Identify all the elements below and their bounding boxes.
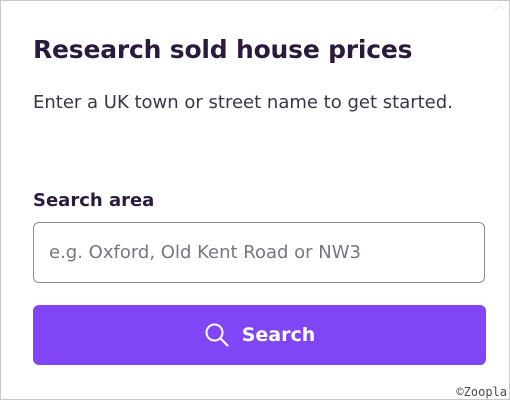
search-icon bbox=[204, 322, 230, 348]
sold-prices-card: Research sold house prices Enter a UK to… bbox=[0, 0, 510, 400]
search-input[interactable] bbox=[33, 222, 485, 283]
subtitle: Enter a UK town or street name to get st… bbox=[33, 92, 453, 113]
copyright-text: ©Zoopla bbox=[455, 385, 508, 399]
search-button[interactable]: Search bbox=[33, 305, 486, 365]
search-button-label: Search bbox=[241, 324, 316, 346]
search-area-label: Search area bbox=[33, 190, 155, 211]
page-title: Research sold house prices bbox=[33, 35, 413, 64]
corner-mark-icon bbox=[492, 4, 506, 18]
